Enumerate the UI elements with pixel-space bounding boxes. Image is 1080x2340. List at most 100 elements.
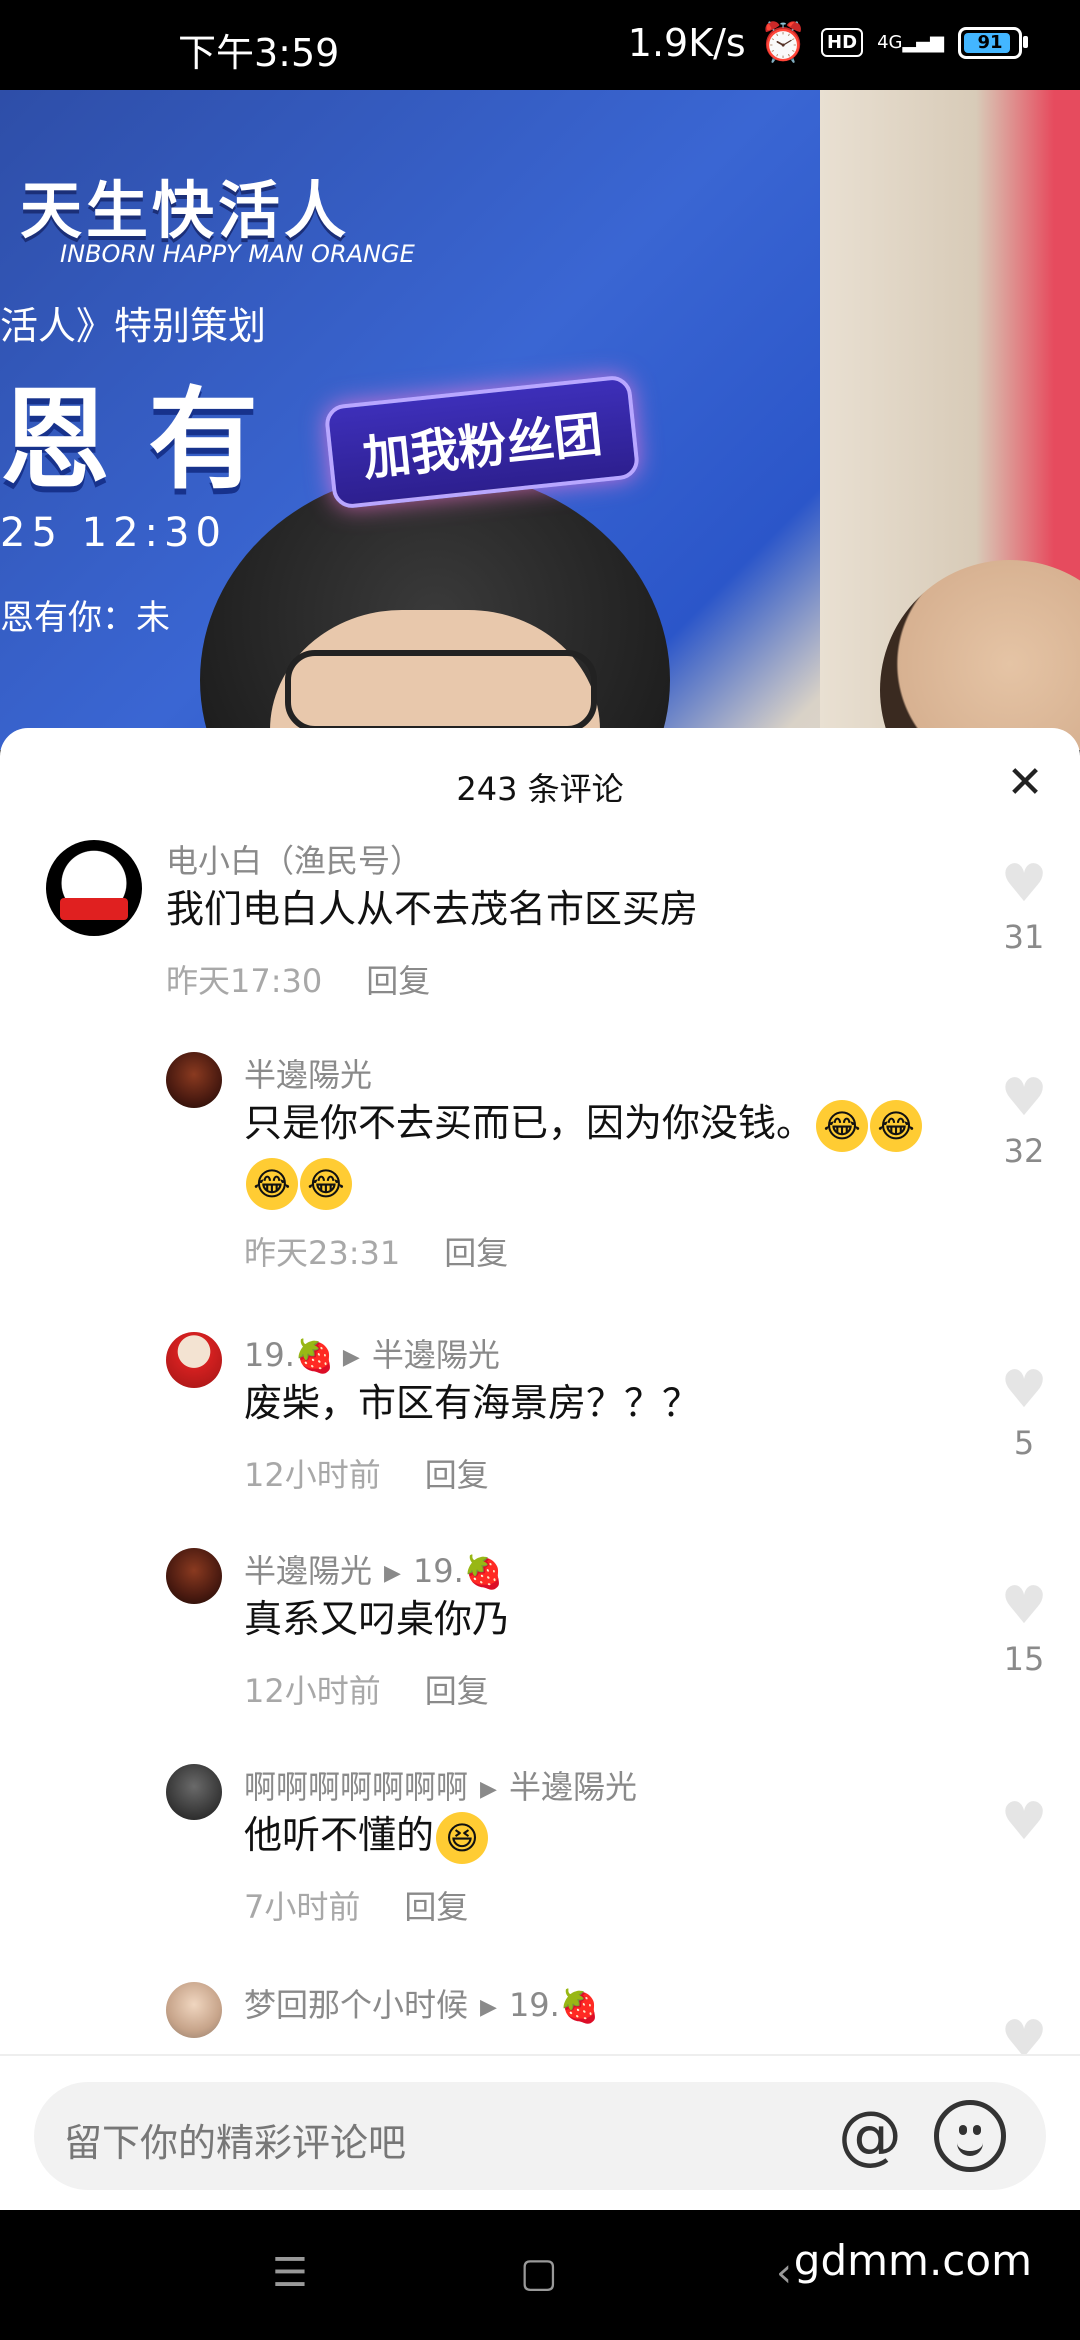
comment-time: 12小时前 (244, 1672, 381, 1710)
comment-text: 只是你不去买而已，因为你没钱。 😂 😂 😂 😂 (244, 1094, 984, 1210)
comment-meta: 12小时前 回复 (244, 1450, 489, 1496)
comment-meta: 昨天17:30 回复 (166, 956, 430, 1002)
like-count: 15 (1003, 1640, 1045, 1678)
author-name[interactable]: 半邊陽光 (244, 1552, 372, 1590)
strawberry-icon: 🍓 (463, 1553, 504, 1591)
reply-to-name[interactable]: 半邊陽光 (509, 1768, 637, 1806)
network-type: 4G (877, 31, 903, 53)
like-count: 31 (1003, 918, 1045, 956)
battery-level: 91 (977, 31, 1003, 53)
grin-emoji-icon: 😆 (436, 1811, 489, 1864)
like-button[interactable]: ♥ 31 (994, 858, 1054, 956)
like-button[interactable]: ♥ 5 (994, 1364, 1054, 1462)
avatar[interactable] (166, 1764, 222, 1820)
laugh-cry-emoji-icon: 😂 (300, 1157, 352, 1210)
like-button[interactable]: ♥ 32 (994, 1072, 1054, 1170)
video-date-text: 25 12:30 (0, 510, 227, 556)
system-nav-bar: ☰ ▢ ‹ gdmm.com (0, 2210, 1080, 2340)
reply-arrow-icon: ▶ (384, 1560, 401, 1586)
close-icon[interactable]: ✕ (1000, 758, 1050, 808)
comment-author: 梦回那个小时候 ▶ 19.🍓 (244, 1980, 600, 2027)
avatar[interactable] (166, 1332, 222, 1388)
comment-input-placeholder: 留下你的精彩评论吧 (64, 2121, 407, 2165)
like-count: 5 (1013, 1424, 1035, 1462)
comment-author: 半邊陽光 ▶ 19.🍓 (244, 1546, 504, 1593)
like-count: 32 (1003, 1132, 1045, 1170)
comment-meta: 7小时前 回复 (244, 1882, 468, 1928)
comment-meta: 12小时前 回复 (244, 1666, 489, 1712)
avatar[interactable] (166, 1548, 222, 1604)
author-name[interactable]: 梦回那个小时候 (244, 1986, 468, 2024)
battery-icon: 91 (958, 26, 1028, 59)
home-icon[interactable]: ▢ (520, 2250, 558, 2296)
like-button[interactable]: ♥ (994, 1796, 1054, 1848)
comment-time: 12小时前 (244, 1456, 381, 1494)
reply-to-name[interactable]: 19. (509, 1986, 560, 2024)
comments-sheet: 243 条评论 ✕ 电小白（渔民号） 我们电白人从不去茂名市区买房 昨天17:3… (0, 728, 1080, 2210)
reply-to-name[interactable]: 19. (413, 1552, 464, 1590)
avatar[interactable] (166, 1982, 222, 2038)
heart-icon: ♥ (1000, 1792, 1048, 1852)
video-line2: 活人》特别策划 (0, 304, 267, 348)
video-big-text: 恩 有 (0, 376, 259, 504)
comment-time: 7小时前 (244, 1888, 361, 1926)
hd-icon: HD (821, 28, 864, 57)
comment-text-body: 只是你不去买而已，因为你没钱。 (244, 1101, 815, 1145)
emoji-icon[interactable] (934, 2100, 1006, 2172)
avatar[interactable] (46, 840, 142, 936)
signal-icon: 4G▂▄▆ (877, 31, 944, 53)
reply-button[interactable]: 回复 (404, 1888, 468, 1926)
laugh-cry-emoji-icon: 😂 (246, 1157, 298, 1210)
host-glasses (285, 650, 597, 732)
laugh-cry-emoji-icon: 😂 (816, 1099, 869, 1152)
menu-icon[interactable]: ☰ (272, 2250, 308, 2296)
status-time: 下午3:59 (178, 31, 340, 75)
alarm-icon: ⏰ (759, 20, 808, 64)
video-player[interactable]: 天生快活人 INBORN HAPPY MAN ORANGE 活人》特别策划 恩 … (0, 90, 1080, 750)
comment-text: 废柴，市区有海景房？？？ (244, 1381, 701, 1425)
reply-button[interactable]: 回复 (366, 962, 430, 1000)
comment-time: 昨天23:31 (244, 1234, 401, 1272)
author-name[interactable]: 19. (244, 1336, 295, 1374)
status-right: 1.9K/s ⏰ HD 4G▂▄▆ 91 (627, 20, 1028, 65)
reply-button[interactable]: 回复 (425, 1456, 489, 1494)
video-line5: 恩有你：未 (0, 598, 170, 638)
comment-text: 真系又叼桌你乃 (244, 1597, 511, 1641)
comment-meta: 昨天23:31 回复 (244, 1228, 508, 1274)
video-brand-title: 天生快活人 (20, 174, 351, 247)
avatar[interactable] (166, 1052, 222, 1108)
reply-button[interactable]: 回复 (425, 1672, 489, 1710)
comment-text: 我们电白人从不去茂名市区买房 (166, 887, 699, 931)
comment-input-bar: 留下你的精彩评论吧 @ (0, 2054, 1080, 2212)
at-icon[interactable]: @ (834, 2100, 906, 2172)
reply-arrow-icon: ▶ (480, 1776, 497, 1802)
comment-author[interactable]: 电小白（渔民号） (166, 836, 422, 882)
reply-button[interactable]: 回复 (444, 1234, 508, 1272)
back-icon[interactable]: ‹ (776, 2250, 792, 2296)
author-name[interactable]: 啊啊啊啊啊啊啊 (244, 1768, 468, 1806)
network-speed: 1.9K/s (627, 20, 746, 65)
reply-arrow-icon: ▶ (480, 1994, 497, 2020)
comment-author: 啊啊啊啊啊啊啊 ▶ 半邊陽光 (244, 1762, 637, 1808)
like-button[interactable]: ♥ 15 (994, 1580, 1054, 1678)
strawberry-icon: 🍓 (559, 1987, 600, 2025)
video-brand-sub: INBORN HAPPY MAN ORANGE (60, 240, 415, 268)
emoji-mouth (957, 2137, 983, 2156)
emoji-eye-left (959, 2125, 967, 2135)
heart-icon: ♥ (1000, 854, 1048, 914)
reply-to-name[interactable]: 半邊陽光 (372, 1336, 500, 1374)
strawberry-icon: 🍓 (294, 1337, 335, 1375)
laugh-cry-emoji-icon: 😂 (870, 1099, 923, 1152)
avatar-badge (60, 898, 128, 920)
fan-club-badge[interactable]: 加我粉丝团 (323, 374, 641, 510)
heart-icon: ♥ (1000, 1576, 1048, 1636)
comment-input[interactable]: 留下你的精彩评论吧 @ (34, 2082, 1046, 2190)
comment-author[interactable]: 半邊陽光 (244, 1050, 372, 1096)
heart-icon: ♥ (1000, 1360, 1048, 1420)
comment-author: 19.🍓 ▶ 半邊陽光 (244, 1330, 500, 1377)
emoji-eye-right (973, 2125, 981, 2135)
comments-count-title: 243 条评论 (456, 770, 624, 808)
watermark: gdmm.com (793, 2236, 1032, 2285)
comment-text-body: 他听不懂的 (244, 1813, 435, 1857)
comment-time: 昨天17:30 (166, 962, 323, 1000)
